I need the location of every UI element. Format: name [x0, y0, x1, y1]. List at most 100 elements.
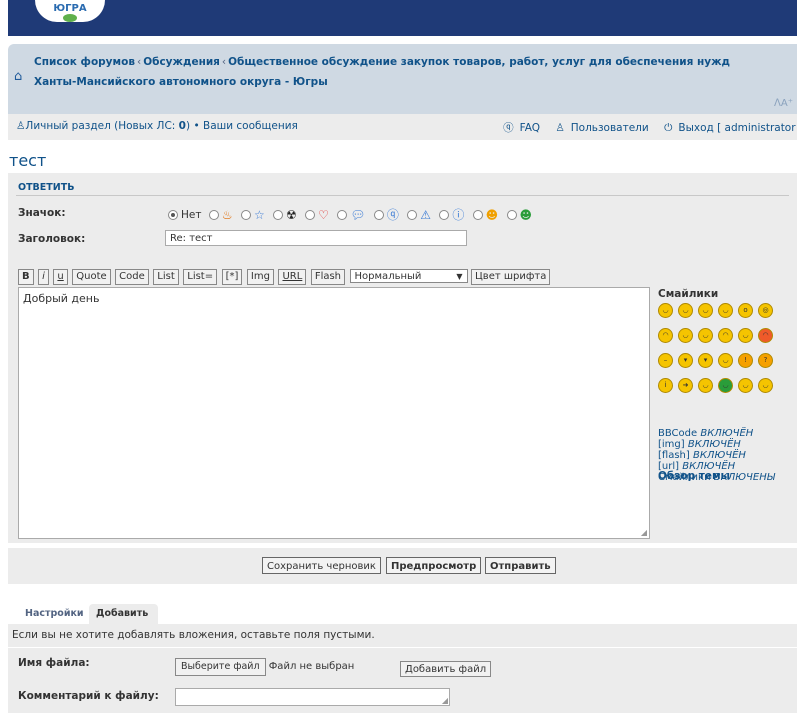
- file-comment-textarea[interactable]: ◢: [175, 688, 450, 706]
- font-resize-icon[interactable]: ᐱA⁺: [774, 98, 793, 109]
- smiley-icon[interactable]: ◡: [698, 378, 713, 393]
- list-button[interactable]: List: [153, 269, 179, 285]
- icon-radio[interactable]: [305, 209, 316, 220]
- status-name: [flash]: [658, 450, 690, 461]
- resize-grip-icon[interactable]: ◢: [641, 528, 647, 537]
- url-button[interactable]: URL: [278, 269, 307, 285]
- smiley-icon[interactable]: ➜: [678, 378, 693, 393]
- divider: [16, 195, 789, 196]
- ordered-list-button[interactable]: List=: [183, 269, 218, 285]
- post-form: ОТВЕТИТЬ Значок: Нет ♨ ☆ ☢ ♡ 💬︎ ⓠ ⚠ ⓘ ☻ …: [8, 173, 797, 543]
- status-name[interactable]: BBCode: [658, 428, 697, 439]
- smiley-icon[interactable]: ◡: [718, 353, 733, 368]
- status-value: ВКЛЮЧЁН: [692, 450, 746, 461]
- faq-label: FAQ: [519, 122, 540, 134]
- faq-link[interactable]: ⓠ FAQ: [497, 122, 540, 134]
- list-item-button[interactable]: [*]: [221, 269, 243, 285]
- smilies-panel: ◡ ◡ ◡ ◡ o ◎ ◠ ◡ ◡ ◠ ◡ ◠ – ▾ ▾ ◡!? i ➜ ◡ ◡ ◡ ◡: [657, 302, 787, 402]
- tab-settings[interactable]: Настройки: [18, 604, 91, 624]
- font-color-button[interactable]: Цвет шрифта: [471, 269, 551, 285]
- users-icon: ♙: [555, 122, 565, 134]
- smiley-icon[interactable]: ◡: [678, 303, 693, 318]
- smiley-icon[interactable]: !: [738, 353, 753, 368]
- bold-button[interactable]: B: [18, 269, 34, 285]
- save-draft-button[interactable]: Сохранить черновик: [262, 557, 381, 574]
- choose-file-button[interactable]: Выберите файл: [175, 658, 266, 676]
- smiley-icon[interactable]: ◎: [758, 303, 773, 318]
- italic-button[interactable]: i: [38, 269, 49, 285]
- bbcode-toolbar: B i u Quote Code List List= [*] Img URL …: [18, 269, 551, 285]
- icon-radio[interactable]: [506, 209, 517, 220]
- icon-radio[interactable]: [407, 209, 418, 220]
- breadcrumb-bar: ⌂ Список форумов ‹ Обсуждения ‹ Общественное…: [8, 44, 797, 114]
- topic-overview-link[interactable]: Обзор темы: [658, 470, 730, 482]
- power-icon: ⏻: [664, 122, 673, 134]
- status-value: ВКЛЮЧЁН: [687, 439, 741, 450]
- underline-button[interactable]: u: [53, 269, 68, 285]
- logout-link[interactable]: ⏻ Выход [ administrator ]: [658, 122, 797, 134]
- smiley-icon[interactable]: ◡: [678, 328, 693, 343]
- smiley-icon[interactable]: ◡: [718, 303, 733, 318]
- tab-attachments[interactable]: Добавить вложения: [89, 604, 158, 639]
- preview-button[interactable]: Предпросмотр: [386, 557, 482, 574]
- status-value: ВКЛЮЧЁН: [700, 428, 754, 439]
- font-size-value: Нормальный: [354, 271, 422, 282]
- smiley-icon[interactable]: i: [658, 378, 673, 393]
- smiley-icon[interactable]: ◡: [738, 378, 753, 393]
- your-posts-link[interactable]: Ваши сообщения: [203, 120, 298, 132]
- smiley-icon[interactable]: –: [658, 353, 673, 368]
- smiley-icon[interactable]: ◡: [758, 378, 773, 393]
- reply-tab[interactable]: ОТВЕТИТЬ: [18, 182, 74, 193]
- faq-icon: ⓠ: [503, 122, 514, 134]
- user-links: ♙Личный раздел (Новых ЛС: 0) • Ваши сооб…: [16, 120, 298, 132]
- logo-emblem-icon: [63, 14, 77, 22]
- breadcrumb-forum-index[interactable]: Список форумов: [34, 56, 135, 68]
- icon-radio[interactable]: [240, 209, 251, 220]
- chevron-down-icon: ▼: [456, 272, 463, 281]
- message-textarea[interactable]: Добрый день ◢: [18, 287, 650, 539]
- img-button[interactable]: Img: [246, 269, 274, 285]
- smiley-icon[interactable]: ◠: [758, 328, 773, 343]
- subject-input[interactable]: Re: тест: [165, 230, 467, 246]
- smiley-icon[interactable]: ?: [758, 353, 773, 368]
- user-bar: ♙Личный раздел (Новых ЛС: 0) • Ваши сооб…: [8, 114, 797, 140]
- smiley-icon[interactable]: ◡: [738, 328, 753, 343]
- smiley-icon[interactable]: o: [738, 303, 753, 318]
- smiley-icon[interactable]: ◠: [718, 328, 733, 343]
- font-size-select[interactable]: Нормальный ▼: [349, 269, 468, 283]
- smiley-icon[interactable]: ◡: [718, 378, 733, 393]
- flash-button[interactable]: Flash: [310, 269, 346, 285]
- icon-radio-none[interactable]: [168, 209, 178, 220]
- icon-radio[interactable]: [273, 209, 284, 220]
- file-comment-label: Комментарий к файлу:: [18, 690, 159, 702]
- code-button[interactable]: Code: [115, 269, 149, 285]
- bullet: •: [193, 120, 200, 132]
- members-link[interactable]: ♙ Пользователи: [549, 122, 648, 134]
- smiley-icon[interactable]: ◡: [698, 303, 713, 318]
- smiley-icon[interactable]: ▾: [698, 353, 713, 368]
- icon-radio[interactable]: [439, 209, 450, 220]
- file-input[interactable]: Выберите файл Файл не выбран: [175, 658, 354, 676]
- smiley-icon[interactable]: ◡: [698, 328, 713, 343]
- submit-button[interactable]: Отправить: [485, 557, 556, 574]
- icon-radio[interactable]: [337, 209, 348, 220]
- status-img: [img] ВКЛЮЧЁН: [658, 439, 775, 450]
- breadcrumb-discussions[interactable]: Обсуждения: [143, 56, 220, 68]
- home-icon[interactable]: ⌂: [14, 69, 22, 84]
- breadcrumb-separator: ‹: [221, 56, 227, 68]
- smiley-icon[interactable]: ▾: [678, 353, 693, 368]
- site-logo[interactable]: ЮГРА: [35, 0, 105, 22]
- warning-icon: ⚠: [420, 207, 431, 222]
- quote-button[interactable]: Quote: [72, 269, 111, 285]
- add-file-button[interactable]: Добавить файл: [400, 661, 492, 677]
- icon-radio[interactable]: [373, 209, 384, 220]
- smiley-icon[interactable]: ◡: [658, 303, 673, 318]
- icon-radio[interactable]: [472, 209, 483, 220]
- resize-grip-icon[interactable]: ◢: [442, 696, 448, 705]
- icon-label: Значок:: [18, 207, 66, 219]
- personal-section-link[interactable]: Личный раздел (Новых ЛС:: [25, 120, 178, 132]
- message-text: Добрый день: [23, 292, 100, 305]
- subject-label: Заголовок:: [18, 233, 86, 245]
- smiley-icon[interactable]: ◠: [658, 328, 673, 343]
- icon-radio[interactable]: [208, 209, 219, 220]
